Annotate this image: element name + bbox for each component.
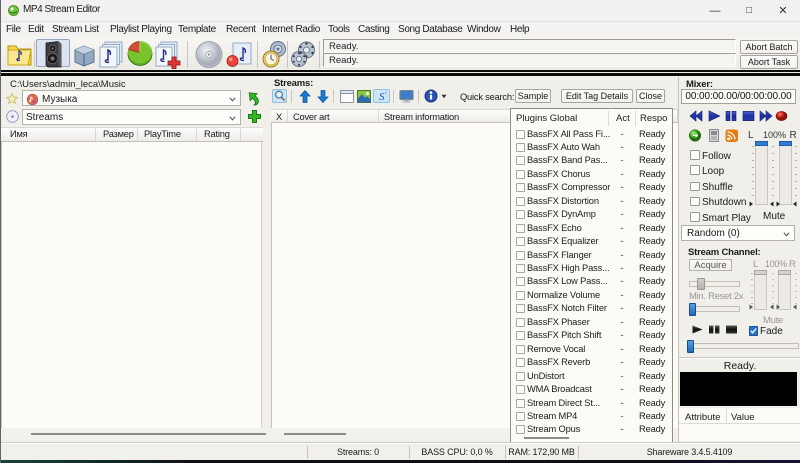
svg-text:S: S — [379, 91, 385, 102]
